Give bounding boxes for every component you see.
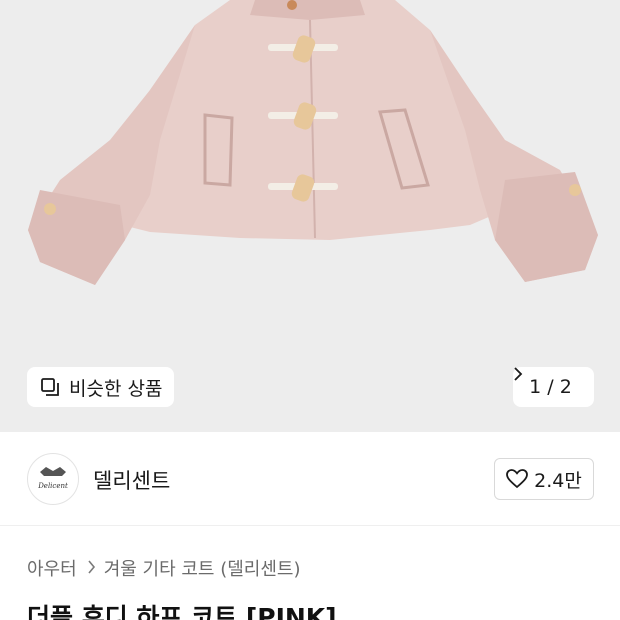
image-page-indicator[interactable]: 1 / 2	[513, 367, 594, 407]
svg-text:Delicent: Delicent	[37, 482, 68, 490]
brand-logo[interactable]: Delicent	[27, 453, 79, 505]
breadcrumb: 아우터 겨울 기타 코트 (델리센트)	[27, 555, 301, 581]
brand-logo-icon: Delicent	[37, 467, 68, 490]
similar-items-icon	[39, 376, 61, 398]
page-indicator-text: 1 / 2	[529, 376, 572, 398]
product-title: 더플 후디 하프 코트 [PINK]	[27, 603, 337, 620]
breadcrumb-category[interactable]: 아우터	[27, 555, 77, 581]
similar-products-label: 비슷한 상품	[69, 377, 163, 400]
brand-row: Delicent 델리센트 2.4만	[0, 432, 620, 526]
like-count: 2.4만	[534, 469, 582, 492]
like-button[interactable]: 2.4만	[494, 458, 594, 500]
heart-icon	[506, 469, 529, 489]
similar-products-button[interactable]: 비슷한 상품	[27, 367, 175, 407]
brand-name[interactable]: 델리센트	[93, 465, 170, 495]
chevron-right-icon	[87, 558, 96, 579]
product-image[interactable]: 비슷한 상품 1 / 2	[0, 0, 620, 432]
breadcrumb-subcategory[interactable]: 겨울 기타 코트 (델리센트)	[104, 555, 301, 581]
